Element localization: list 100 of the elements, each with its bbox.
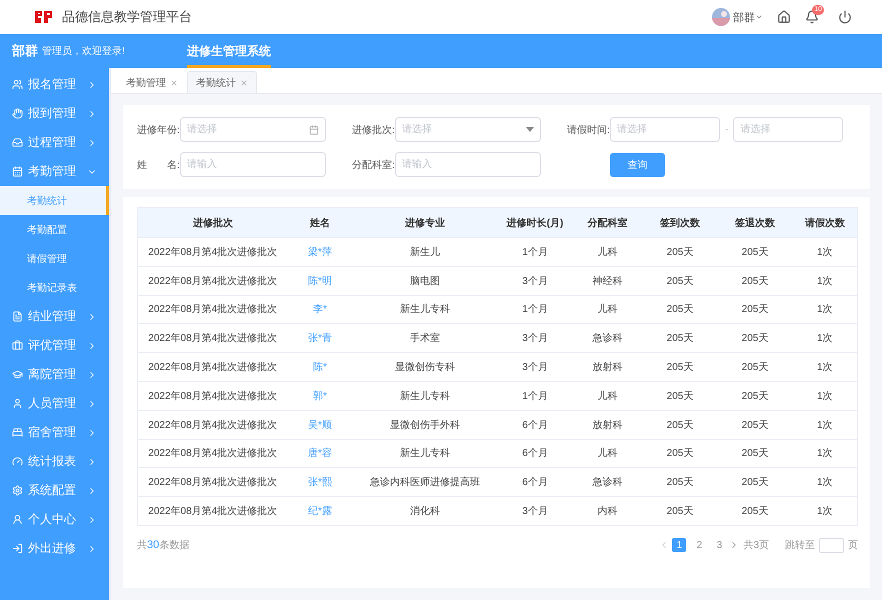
table-cell: 新生儿专科 bbox=[352, 295, 498, 324]
table-cell: 205天 bbox=[718, 266, 792, 296]
page-button[interactable]: 2 bbox=[692, 538, 706, 552]
table-cell: 205天 bbox=[642, 266, 718, 296]
table-cell: 2022年08月第4批次进修批次 bbox=[138, 468, 288, 497]
query-button[interactable]: 查询 bbox=[610, 152, 665, 176]
user-name[interactable]: 部群 bbox=[733, 10, 755, 24]
table-cell: 205天 bbox=[718, 496, 792, 526]
sidebar-subitem[interactable]: 请假管理 bbox=[0, 244, 109, 273]
greeting: 管理员，欢迎登录! bbox=[42, 44, 125, 58]
table-cell: 205天 bbox=[642, 496, 718, 526]
table-cell: 205天 bbox=[642, 439, 718, 468]
column-header: 进修时长(月) bbox=[498, 208, 572, 238]
login-icon bbox=[12, 543, 23, 554]
table-cell: 儿科 bbox=[572, 381, 642, 410]
page-button[interactable]: 3 bbox=[712, 538, 726, 552]
field-label: 进修批次: bbox=[352, 124, 395, 136]
name-link[interactable]: 陈* bbox=[288, 352, 352, 382]
sidebar-subitem[interactable]: 考勤统计 bbox=[0, 186, 109, 215]
tab[interactable]: 考勤管理 bbox=[117, 71, 187, 93]
inbox-icon bbox=[12, 137, 23, 148]
table-cell: 205天 bbox=[718, 468, 792, 497]
table-cell: 急诊科 bbox=[572, 468, 642, 497]
sidebar-item[interactable]: 过程管理 bbox=[0, 128, 109, 157]
column-header: 姓名 bbox=[288, 208, 352, 238]
name-link[interactable]: 陈*明 bbox=[288, 266, 352, 296]
sidebar-item[interactable]: 系统配置 bbox=[0, 476, 109, 505]
input-field[interactable]: 请选择 bbox=[395, 117, 541, 142]
table-cell: 205天 bbox=[718, 238, 792, 266]
home-button[interactable] bbox=[777, 10, 791, 24]
name-link[interactable]: 纪*露 bbox=[288, 496, 352, 526]
table-cell: 新生儿专科 bbox=[352, 439, 498, 468]
column-header: 请假次数 bbox=[792, 208, 858, 238]
input-field[interactable]: 请选择 bbox=[733, 117, 844, 142]
sidebar-subitem[interactable]: 考勤配置 bbox=[0, 215, 109, 244]
tab[interactable]: 考勤统计 bbox=[187, 71, 257, 93]
table-cell: 1次 bbox=[792, 381, 858, 410]
table-cell: 新生儿 bbox=[352, 238, 498, 266]
input-field[interactable]: 请输入 bbox=[395, 152, 541, 177]
sidebar-item[interactable]: 报到管理 bbox=[0, 99, 109, 128]
sidebar-subitem[interactable]: 考勤记录表 bbox=[0, 273, 109, 302]
table-cell: 3个月 bbox=[498, 352, 572, 382]
sidebar-item[interactable]: 报名管理 bbox=[0, 70, 109, 99]
settings-icon bbox=[12, 485, 23, 496]
close-icon[interactable] bbox=[170, 78, 178, 86]
sidebar-item[interactable]: 外出进修 bbox=[0, 534, 109, 563]
table-cell: 205天 bbox=[642, 295, 718, 324]
table-cell: 新生儿专科 bbox=[352, 381, 498, 410]
table-cell: 2022年08月第4批次进修批次 bbox=[138, 295, 288, 324]
sidebar-item[interactable]: 个人中心 bbox=[0, 505, 109, 534]
avatar-icon[interactable] bbox=[712, 8, 730, 26]
name-link[interactable]: 梁*萍 bbox=[288, 238, 352, 266]
table-cell: 1次 bbox=[792, 266, 858, 296]
table-cell: 1次 bbox=[792, 439, 858, 468]
field-label: 分配科室: bbox=[352, 158, 395, 172]
table-cell: 脑电图 bbox=[352, 266, 498, 296]
name-link[interactable]: 唐*容 bbox=[288, 439, 352, 468]
sidebar-item[interactable]: 离院管理 bbox=[0, 360, 109, 389]
name-link[interactable]: 张*熙 bbox=[288, 468, 352, 497]
table-cell: 急诊内科医师进修提高班 bbox=[352, 468, 498, 497]
table-cell: 6个月 bbox=[498, 410, 572, 440]
table-cell: 1次 bbox=[792, 352, 858, 382]
column-header: 签退次数 bbox=[718, 208, 792, 238]
table-cell: 2022年08月第4批次进修批次 bbox=[138, 352, 288, 382]
name-link[interactable]: 郭* bbox=[288, 381, 352, 410]
calendar-icon bbox=[12, 166, 23, 177]
table-cell: 显微创伤专科 bbox=[352, 352, 498, 382]
close-icon[interactable] bbox=[240, 78, 248, 86]
range-separator: - bbox=[725, 124, 728, 135]
power-button[interactable] bbox=[838, 10, 852, 24]
table-cell: 消化科 bbox=[352, 496, 498, 526]
sidebar-item[interactable]: 人员管理 bbox=[0, 389, 109, 418]
table-cell: 2022年08月第4批次进修批次 bbox=[138, 496, 288, 526]
table-cell: 205天 bbox=[642, 238, 718, 266]
gauge-icon bbox=[12, 456, 23, 467]
name-link[interactable]: 李* bbox=[288, 295, 352, 324]
calendar-icon bbox=[309, 124, 319, 134]
table-cell: 205天 bbox=[642, 352, 718, 382]
users-icon bbox=[12, 79, 23, 90]
sidebar-item[interactable]: 宿舍管理 bbox=[0, 418, 109, 447]
input-field[interactable]: 请输入 bbox=[180, 152, 326, 177]
table-cell: 205天 bbox=[718, 352, 792, 382]
sidebar-item[interactable]: 考勤管理 bbox=[0, 157, 109, 186]
page-button[interactable]: 1 bbox=[672, 538, 686, 552]
sidebar-item[interactable]: 统计报表 bbox=[0, 447, 109, 476]
table-cell: 1次 bbox=[792, 324, 858, 353]
table-cell: 1个月 bbox=[498, 381, 572, 410]
name-link[interactable]: 张*青 bbox=[288, 324, 352, 353]
page-input[interactable] bbox=[819, 538, 844, 553]
sidebar-item[interactable]: 评优管理 bbox=[0, 331, 109, 360]
input-field[interactable]: 请选择 bbox=[180, 117, 326, 142]
hand-icon bbox=[12, 108, 23, 119]
table-cell: 205天 bbox=[718, 295, 792, 324]
table-cell: 205天 bbox=[642, 381, 718, 410]
table-cell: 3个月 bbox=[498, 496, 572, 526]
sidebar-item[interactable]: 结业管理 bbox=[0, 302, 109, 331]
input-field[interactable]: 请选择 bbox=[610, 117, 720, 142]
name-link[interactable]: 吴*顺 bbox=[288, 410, 352, 440]
table-cell: 1次 bbox=[792, 496, 858, 526]
table-cell: 1次 bbox=[792, 468, 858, 497]
